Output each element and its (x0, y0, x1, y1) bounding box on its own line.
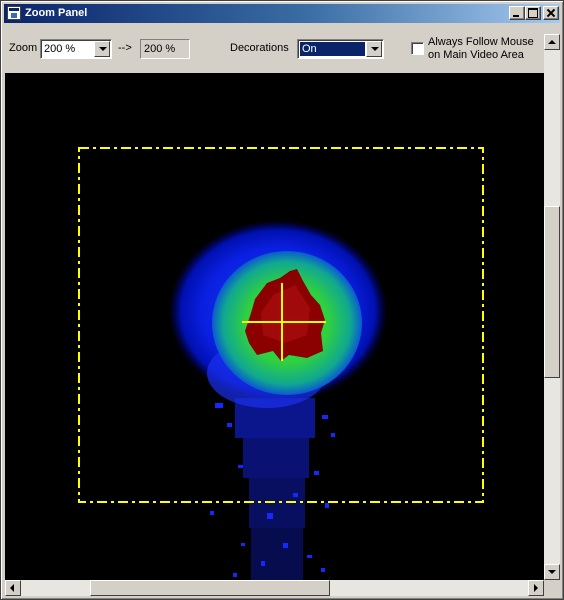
minimize-button[interactable] (509, 6, 525, 20)
scroll-left-button[interactable] (5, 580, 21, 596)
effective-zoom-value: 200 % (144, 43, 176, 55)
title-bar[interactable]: Zoom Panel (4, 4, 560, 23)
effective-zoom-display: 200 % (140, 39, 190, 59)
decorations-label: Decorations (230, 42, 289, 54)
scroll-right-button[interactable] (528, 580, 544, 596)
scrollbar-corner (544, 580, 560, 596)
decorations-dropdown-button[interactable] (366, 41, 382, 57)
horizontal-scroll-thumb[interactable] (90, 580, 330, 596)
beam-profile-image (78, 147, 484, 580)
arrow-text: --> (118, 42, 132, 54)
zoom-dropdown-button[interactable] (94, 41, 110, 57)
zoom-select[interactable]: 200 % (40, 39, 112, 59)
beam-tail (210, 398, 335, 580)
follow-mouse-checkbox[interactable] (411, 42, 424, 55)
vertical-scrollbar[interactable] (544, 34, 560, 580)
zoom-select-value: 200 % (44, 43, 76, 55)
zoom-panel-window: Zoom Panel Zoom 200 % --> 200 % Decorati… (0, 0, 564, 600)
follow-mouse-label-line1[interactable]: Always Follow Mouse (428, 36, 534, 48)
window-title: Zoom Panel (25, 7, 88, 19)
maximize-button[interactable] (525, 6, 541, 20)
horizontal-scrollbar[interactable] (5, 580, 544, 596)
follow-mouse-label-line2[interactable]: on Main Video Area (428, 49, 524, 61)
close-button[interactable] (543, 6, 559, 20)
decorations-select[interactable]: On (297, 39, 384, 59)
decorations-select-value: On (300, 42, 365, 56)
zoomed-video-area[interactable] (5, 73, 544, 580)
window-icon[interactable] (7, 6, 21, 20)
zoom-label: Zoom (9, 42, 38, 54)
scroll-up-button[interactable] (544, 34, 560, 50)
vertical-scroll-thumb[interactable] (544, 206, 560, 378)
scroll-down-button[interactable] (544, 564, 560, 580)
